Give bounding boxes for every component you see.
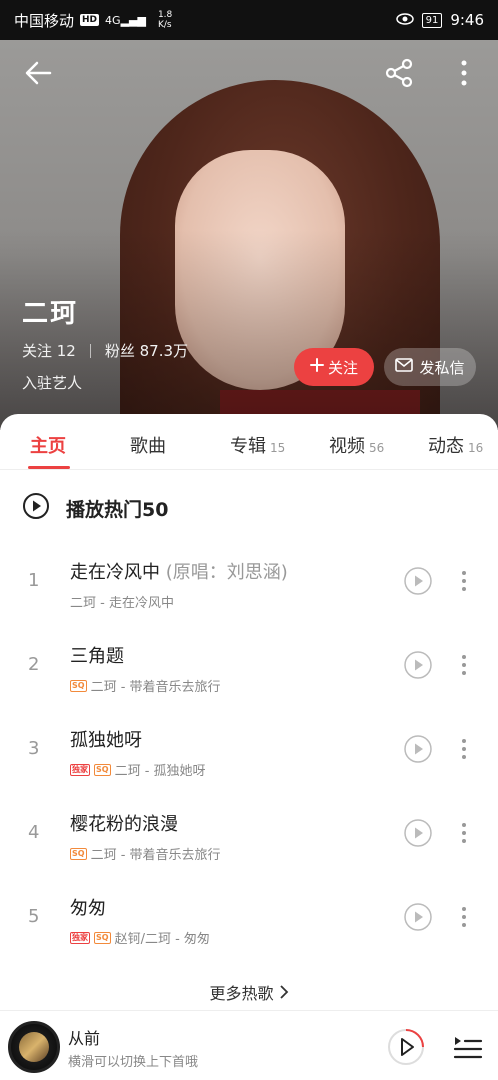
song-more-icon[interactable] [456, 650, 472, 680]
player-hint: 横滑可以切换上下首哦 [68, 1055, 199, 1070]
top-toolbar [0, 54, 498, 94]
sq-badge: SQ [70, 679, 87, 692]
share-icon[interactable] [382, 56, 416, 90]
exclusive-badge: 独家 [70, 763, 90, 776]
tab-videos[interactable]: 视频 56 [329, 432, 384, 458]
back-arrow-icon[interactable] [22, 56, 56, 90]
eye-icon [395, 11, 414, 29]
song-title: 走在冷风中 (原唱：刘思涵) [70, 562, 288, 583]
song-index: 4 [28, 822, 40, 843]
sq-badge: SQ [94, 931, 111, 944]
signal-icon: 4G▂▄▆ [105, 13, 146, 27]
more-vertical-icon[interactable] [452, 56, 476, 90]
song-more-icon[interactable] [456, 818, 472, 848]
network-speed: 1.8 K/s [157, 10, 173, 30]
song-row[interactable]: 2 三角题 SQ 二珂 - 带着音乐去旅行 [0, 622, 498, 706]
song-subtitle: 二珂 - 走在冷风中 [70, 596, 174, 611]
more-hot-songs-link[interactable]: 更多热歌 [0, 980, 498, 1004]
song-index: 2 [28, 654, 40, 675]
plus-icon [309, 358, 324, 376]
song-row[interactable]: 1 走在冷风中 (原唱：刘思涵) 二珂 - 走在冷风中 [0, 538, 498, 622]
battery-indicator: 91 [421, 12, 443, 28]
tab-moments[interactable]: 动态 16 [428, 432, 483, 458]
play-small-icon[interactable] [403, 650, 433, 680]
follow-button[interactable]: 关注 [294, 348, 374, 386]
song-title: 樱花粉的浪漫 [70, 814, 178, 835]
song-row[interactable]: 5 匆匆 独家 SQ 赵钶/二珂 - 匆匆 [0, 874, 498, 958]
song-row[interactable]: 3 孤独她呀 独家 SQ 二珂 - 孤独她呀 [0, 706, 498, 790]
song-subtitle: SQ 二珂 - 带着音乐去旅行 [70, 679, 221, 695]
song-title: 三角题 [70, 646, 124, 667]
song-index: 5 [28, 906, 40, 927]
send-message-button[interactable]: 发私信 [384, 348, 476, 386]
song-title: 匆匆 [70, 898, 106, 919]
song-original-note: (原唱：刘思涵) [165, 562, 288, 583]
tab-albums[interactable]: 专辑 15 [230, 432, 285, 458]
active-tab-indicator [28, 466, 70, 469]
play-hot-button[interactable]: 播放热门50 [22, 492, 168, 525]
playlist-icon[interactable] [452, 1031, 484, 1063]
status-bar: 中国移动 HD 4G▂▄▆ 1.8 K/s 91 9:46 [0, 0, 498, 40]
play-circle-icon [22, 492, 50, 525]
song-index: 3 [28, 738, 40, 759]
chevron-right-icon [279, 984, 289, 1003]
carrier-label: 中国移动 [14, 11, 75, 30]
tab-songs[interactable]: 歌曲 [130, 432, 166, 458]
song-row[interactable]: 4 樱花粉的浪漫 SQ 二珂 - 带着音乐去旅行 [0, 790, 498, 874]
song-more-icon[interactable] [456, 902, 472, 932]
play-small-icon[interactable] [403, 566, 433, 596]
player-song-title: 从前 [68, 1029, 101, 1048]
play-small-icon[interactable] [403, 902, 433, 932]
tab-bar: 主页 歌曲 专辑 15 视频 56 动态 16 [0, 414, 498, 470]
message-label: 发私信 [419, 358, 465, 377]
following-count[interactable]: 关注 12 [22, 340, 76, 361]
song-title: 孤独她呀 [70, 730, 142, 751]
play-small-icon[interactable] [403, 818, 433, 848]
song-more-icon[interactable] [456, 566, 472, 596]
hd-badge: HD [80, 14, 100, 26]
follow-label: 关注 [327, 358, 358, 377]
sq-badge: SQ [70, 847, 87, 860]
artist-name: 二珂 [22, 299, 79, 329]
song-index: 1 [28, 570, 40, 591]
mail-icon [395, 358, 414, 376]
tab-home[interactable]: 主页 [30, 432, 66, 458]
play-pause-button[interactable] [386, 1027, 426, 1067]
song-subtitle: 独家 SQ 二珂 - 孤独她呀 [70, 763, 206, 779]
hot-section-title: 播放热门50 [66, 499, 169, 521]
divider [89, 343, 91, 358]
song-more-icon[interactable] [456, 734, 472, 764]
clock: 9:46 [450, 11, 484, 29]
album-cover[interactable] [8, 1021, 60, 1073]
song-subtitle: 独家 SQ 赵钶/二珂 - 匆匆 [70, 931, 210, 947]
artist-stats: 关注 12 粉丝 87.3万 [22, 340, 188, 361]
mini-player[interactable]: 从前 横滑可以切换上下首哦 [0, 1010, 498, 1080]
song-subtitle: SQ 二珂 - 带着音乐去旅行 [70, 847, 221, 863]
sq-badge: SQ [94, 763, 111, 776]
play-small-icon[interactable] [403, 734, 433, 764]
artist-tag: 入驻艺人 [22, 374, 83, 392]
exclusive-badge: 独家 [70, 931, 90, 944]
fans-count[interactable]: 粉丝 87.3万 [105, 340, 188, 361]
